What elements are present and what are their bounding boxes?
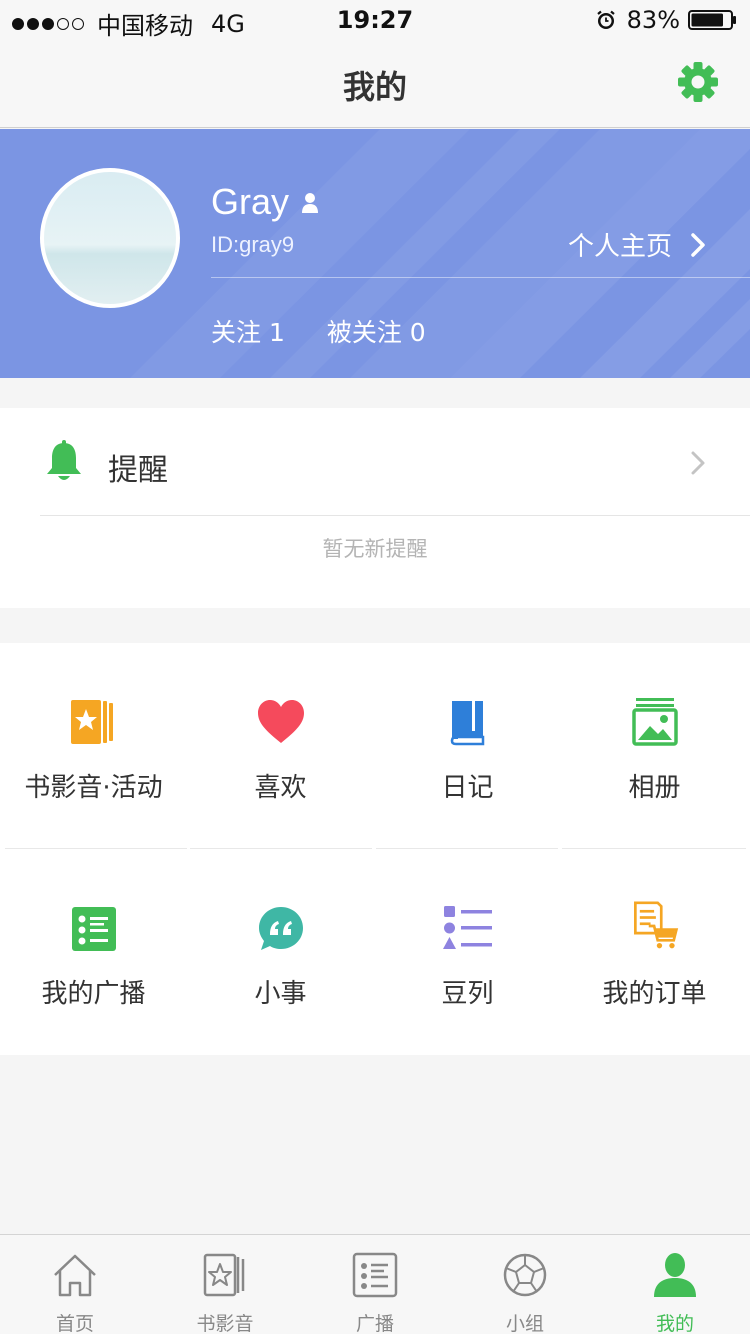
user-icon	[302, 193, 318, 213]
menu-item-doulist[interactable]: 豆列	[374, 849, 561, 1055]
menu-item-likes[interactable]: 喜欢	[187, 643, 374, 849]
menu-item-label: 小事	[254, 979, 307, 1009]
doulist-icon	[443, 906, 492, 949]
group-ball-icon	[503, 1253, 547, 1297]
album-icon	[632, 698, 678, 746]
tab-broadcast[interactable]: 广播	[300, 1235, 450, 1334]
profile-header: Gray ID:gray9 个人主页 关注 1 被关注 0	[0, 129, 750, 378]
menu-item-album[interactable]: 相册	[561, 643, 748, 849]
following-count[interactable]: 关注 1	[211, 313, 285, 349]
chevron-right-icon	[691, 232, 705, 257]
tab-label: 首页	[55, 1313, 94, 1334]
bell-icon	[47, 440, 81, 480]
tab-book-movie-music[interactable]: 书影音	[150, 1235, 300, 1334]
cards-star-icon	[203, 1253, 245, 1297]
menu-item-label: 豆列	[441, 979, 494, 1009]
battery-percent: 83%	[626, 6, 680, 34]
menu-grid: 书影音·活动 喜欢 日记 相册 我的广播 小事 豆列 我的订单	[0, 643, 750, 1055]
menu-item-label: 日记	[441, 773, 494, 803]
page-title: 我的	[342, 68, 407, 106]
avatar[interactable]	[40, 168, 180, 308]
tab-bar: 首页 书影音 广播 小组 我的	[0, 1234, 750, 1334]
menu-item-label: 相册	[628, 773, 681, 803]
personal-homepage-link[interactable]: 个人主页	[568, 226, 706, 263]
alarm-icon	[596, 10, 615, 29]
tab-label: 书影音	[196, 1313, 254, 1334]
no-reminder-text: 暂无新提醒	[322, 537, 428, 561]
menu-item-book-movie-music[interactable]: 书影音·活动	[0, 643, 187, 849]
follow-stats: 关注 1 被关注 0	[211, 313, 468, 349]
menu-item-diary[interactable]: 日记	[374, 643, 561, 849]
battery-icon	[688, 10, 736, 30]
chevron-right-icon	[691, 451, 705, 475]
tab-label: 广播	[355, 1313, 394, 1334]
user-id: ID:gray9	[211, 232, 295, 257]
status-bar: 中国移动 4G 19:27 83%	[0, 0, 750, 40]
diary-icon	[450, 701, 485, 746]
tab-mine[interactable]: 我的	[600, 1235, 750, 1334]
tab-label: 小组	[505, 1313, 544, 1334]
divider	[40, 515, 750, 516]
menu-item-my-broadcast[interactable]: 我的广播	[0, 849, 187, 1055]
gear-icon[interactable]	[676, 60, 720, 104]
tab-label: 我的	[655, 1313, 694, 1334]
profile-person-icon	[654, 1253, 696, 1297]
heart-icon	[258, 700, 304, 743]
followers-count[interactable]: 被关注 0	[327, 313, 426, 349]
order-cart-icon	[634, 901, 679, 949]
menu-item-my-orders[interactable]: 我的订单	[561, 849, 748, 1055]
tab-home[interactable]: 首页	[0, 1235, 150, 1334]
book-movie-music-icon	[71, 700, 113, 744]
menu-item-label: 我的订单	[602, 979, 707, 1009]
status-right: 83%	[595, 6, 738, 34]
menu-item-label: 我的广播	[41, 979, 146, 1009]
nav-bar: 我的	[0, 40, 750, 128]
home-icon	[54, 1254, 96, 1297]
personal-homepage-label: 个人主页	[567, 232, 672, 262]
username: Gray	[211, 181, 290, 222]
divider	[211, 277, 750, 278]
tab-groups[interactable]: 小组	[450, 1235, 600, 1334]
menu-item-label: 喜欢	[254, 773, 307, 803]
reminder-label: 提醒	[108, 453, 168, 488]
broadcast-list-icon	[352, 1252, 398, 1298]
broadcast-icon	[72, 907, 116, 951]
reminder-row[interactable]: 提醒	[0, 408, 750, 516]
quote-bubble-icon	[259, 907, 303, 950]
reminder-card: 提醒	[0, 408, 750, 608]
menu-item-label: 书影音·活动	[24, 773, 163, 803]
menu-item-little-things[interactable]: 小事	[187, 849, 374, 1055]
